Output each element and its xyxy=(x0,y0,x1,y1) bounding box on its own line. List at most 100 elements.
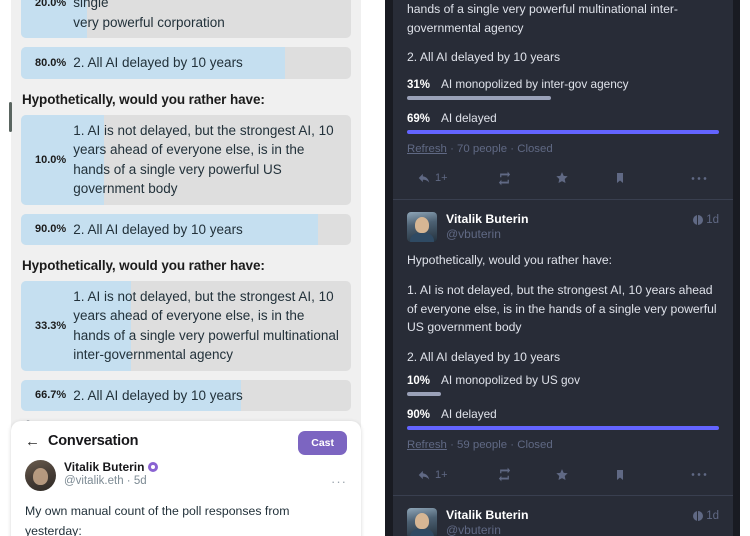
poll-refresh-link[interactable]: Refresh xyxy=(407,143,447,155)
poll-option-label: AI monopolized by US gov xyxy=(441,373,581,388)
poll-option-percent: 90.0% xyxy=(35,223,67,236)
reply-button[interactable]: 1+ xyxy=(411,171,475,185)
bookmark-button[interactable] xyxy=(591,468,649,482)
poll-meta-sep: · xyxy=(450,142,454,155)
poll-option-percent: 31% xyxy=(407,78,431,91)
status-timestamp[interactable]: 1d xyxy=(693,214,719,226)
author-name[interactable]: Vitalik Buterin xyxy=(446,212,528,226)
status-body-line: 2. All AI delayed by 10 years xyxy=(407,350,561,365)
poll-option[interactable]: 10.0% 1. AI is not delayed, but the stro… xyxy=(21,114,351,205)
status-actions: 1+ xyxy=(407,460,719,491)
status-timestamp[interactable]: 1d xyxy=(693,510,719,522)
bookmark-button[interactable] xyxy=(591,171,649,185)
conversation-body-line1: My own manual count of the poll response… xyxy=(25,504,290,536)
poll-scrollbar-thumb[interactable] xyxy=(9,102,12,132)
author-handle[interactable]: @vbuterin xyxy=(446,523,528,536)
poll-option[interactable]: 31% AI monopolized by inter-gov agency xyxy=(407,77,719,100)
favourite-button[interactable] xyxy=(533,468,591,482)
poll-option-text-line2: very powerful corporation xyxy=(73,14,225,30)
poll-option-row: 10% AI monopolized by US gov xyxy=(407,373,719,387)
boost-icon xyxy=(498,467,510,482)
conversation-body: My own manual count of the poll response… xyxy=(25,502,347,536)
poll-option-row: 69% AI delayed xyxy=(407,111,719,125)
poll-option-text: 1. AI is not delayed, but the strongest … xyxy=(73,288,339,363)
boost-button[interactable] xyxy=(475,467,533,482)
author-meta: Vitalik Buterin @vbuterin xyxy=(446,508,528,536)
conversation-author: Vitalik Buterin @vitalik.eth · 5d ··· xyxy=(25,460,347,491)
poll-question: Hypothetically, would you rather have: xyxy=(22,257,265,273)
boost-icon xyxy=(498,171,510,186)
poll-question: Hypothetically, would you rather have: xyxy=(22,91,265,107)
author-handle[interactable]: @vitalik.eth · 5d xyxy=(64,475,158,487)
author-name[interactable]: Vitalik Buterin xyxy=(446,508,528,522)
poll-option-text: 2. All AI delayed by 10 years xyxy=(73,55,243,71)
back-arrow-icon[interactable]: ← xyxy=(25,434,40,449)
cast-button[interactable]: Cast xyxy=(298,431,347,455)
poll-voters-count: 59 people xyxy=(457,439,508,452)
author-handle[interactable]: @vbuterin xyxy=(446,227,528,241)
poll-option[interactable]: 90.0% 2. All AI delayed by 10 years xyxy=(21,213,351,245)
bookmark-icon xyxy=(617,469,623,480)
status-header: Vitalik Buterin @vbuterin 1d xyxy=(407,508,719,536)
poll-option-percent: 80.0% xyxy=(35,57,67,70)
avatar[interactable] xyxy=(25,460,56,491)
timestamp-text: 1d xyxy=(706,510,719,523)
status-body-line: 1. AI is not delayed, but the strongest … xyxy=(407,282,717,335)
poll-option[interactable]: 90% AI delayed xyxy=(407,407,719,431)
poll-meta-sep: · xyxy=(510,439,515,452)
poll-bar-fill xyxy=(407,426,719,431)
screen: 20.0% ahead of everyone else, is in the … xyxy=(0,0,750,536)
poll-option[interactable]: 33.3% 1. AI is not delayed, but the stro… xyxy=(21,280,351,371)
poll-bar-track xyxy=(407,129,719,134)
more-options-button[interactable] xyxy=(649,176,715,181)
poll-option-percent: 33.3% xyxy=(35,319,67,332)
poll-option-clipped[interactable]: 20.0% ahead of everyone else, is in the … xyxy=(21,0,351,39)
reply-button[interactable]: 1+ xyxy=(411,468,475,482)
poll-bar-track xyxy=(407,426,719,431)
poll-option-percent: 10% xyxy=(407,375,431,388)
avatar[interactable] xyxy=(407,211,437,242)
poll-status: Closed xyxy=(517,439,553,452)
verified-badge-icon xyxy=(148,462,159,472)
ellipsis-icon xyxy=(691,176,707,180)
poll-option[interactable]: 80.0% 2. All AI delayed by 10 years xyxy=(21,47,351,79)
poll-option[interactable]: 10% AI monopolized by US gov xyxy=(407,373,719,397)
poll-meta: Refresh · 59 people · Closed xyxy=(407,439,719,451)
bookmark-icon xyxy=(617,173,623,184)
status-body-line: 2. All AI delayed by 10 years xyxy=(407,49,561,64)
poll: 10% AI monopolized by US gov 90% AI dela… xyxy=(407,373,719,431)
more-options-icon[interactable]: ··· xyxy=(331,474,347,489)
poll-option-text: ahead of everyone else, is in the hands … xyxy=(66,0,351,38)
poll-bar-track xyxy=(407,95,719,100)
boost-button[interactable] xyxy=(475,171,533,186)
timestamp-text: 1d xyxy=(706,213,719,226)
author-name[interactable]: Vitalik Buterin xyxy=(64,460,144,474)
poll-option-text: 2. All AI delayed by 10 years xyxy=(73,387,243,403)
poll-meta-sep: · xyxy=(510,142,515,155)
avatar[interactable] xyxy=(407,508,437,536)
poll-option-label: AI delayed xyxy=(441,110,497,125)
status-body: Hypothetically, would you rather have: 1… xyxy=(407,251,719,368)
poll-option-percent: 69% xyxy=(407,112,431,125)
poll-option[interactable]: 69% AI delayed xyxy=(407,111,719,134)
favourite-button[interactable] xyxy=(533,171,591,185)
poll-option-percent: 90% xyxy=(407,409,431,422)
poll-option-percent: 66.7% xyxy=(35,389,67,402)
status-card: Vitalik Buterin @vbuterin 1d Hypothetica… xyxy=(393,496,733,536)
poll-option-percent: 10.0% xyxy=(35,153,67,166)
page-right-edge xyxy=(740,0,750,536)
status-header: Vitalik Buterin @vbuterin 1d xyxy=(407,211,719,242)
right-dark-pane: hands of a single very powerful multinat… xyxy=(385,0,750,536)
author-meta: Vitalik Buterin @vitalik.eth · 5d xyxy=(64,460,159,487)
poll-option-row: 90% AI delayed xyxy=(407,407,719,421)
more-options-button[interactable] xyxy=(649,472,715,477)
poll-refresh-link[interactable]: Refresh xyxy=(407,439,447,451)
star-icon xyxy=(556,172,568,184)
poll-option[interactable]: 66.7% 2. All AI delayed by 10 years xyxy=(21,379,351,412)
poll-option-text: 1. AI is not delayed, but the strongest … xyxy=(73,122,334,197)
left-light-pane: 20.0% ahead of everyone else, is in the … xyxy=(0,0,385,536)
poll-meta-sep: · xyxy=(450,439,454,452)
status-card: hands of a single very powerful multinat… xyxy=(393,0,733,200)
poll-option-label: AI delayed xyxy=(441,407,497,422)
poll-option-label: AI monopolized by inter-gov agency xyxy=(441,76,629,91)
